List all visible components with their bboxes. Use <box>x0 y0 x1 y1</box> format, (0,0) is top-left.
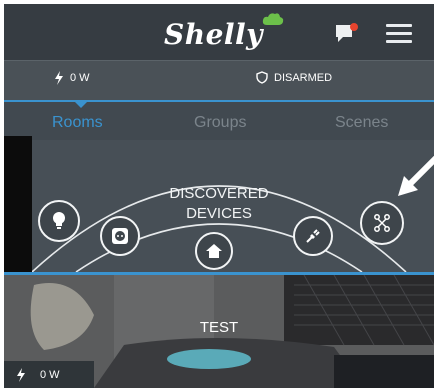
tab-bar: Rooms Groups Scenes <box>4 100 434 142</box>
tab-groups[interactable]: Groups <box>194 114 246 132</box>
lightbulb-icon <box>53 212 65 229</box>
lightbulb-device-button[interactable] <box>38 200 80 242</box>
tab-scenes[interactable]: Scenes <box>335 114 388 132</box>
cloud-icon <box>262 13 284 25</box>
discovered-devices-panel: DISCOVERED DEVICES <box>4 140 434 272</box>
lightning-icon <box>17 367 25 382</box>
notifications-button[interactable] <box>334 22 360 46</box>
active-tab-pointer <box>73 100 89 108</box>
socket-icon <box>112 228 128 244</box>
tab-rooms[interactable]: Rooms <box>52 114 103 132</box>
power-value: 0 W <box>70 72 90 84</box>
room-power-value: 0 W <box>40 368 60 381</box>
shield-icon <box>256 71 268 84</box>
network-icon <box>374 214 390 232</box>
menu-line <box>386 24 412 27</box>
room-card-test[interactable]: TEST 0 W <box>4 275 434 388</box>
lightning-icon <box>55 71 63 85</box>
plug-icon <box>306 229 320 243</box>
discovered-title-line1: DISCOVERED <box>169 185 269 202</box>
power-status[interactable]: 0 W <box>54 71 90 85</box>
home-icon <box>206 244 222 258</box>
status-bar: 0 W DISARMED <box>4 60 434 101</box>
app-frame: Shelly 0 W DISARMED Rooms Groups Scenes … <box>4 4 434 388</box>
menu-line <box>386 40 412 43</box>
plug-device-button[interactable] <box>293 216 333 256</box>
socket-device-button[interactable] <box>100 216 140 256</box>
discovered-title-line2: DEVICES <box>186 205 252 222</box>
alarm-status[interactable]: DISARMED <box>256 71 332 84</box>
home-device-button[interactable] <box>195 232 233 270</box>
menu-line <box>386 32 412 35</box>
room-power-badge: 0 W <box>4 361 94 388</box>
app-header: Shelly <box>4 4 434 60</box>
alarm-value: DISARMED <box>274 71 333 84</box>
logo-text: Shelly <box>164 18 263 51</box>
annotation-arrow <box>398 156 438 196</box>
chat-icon <box>336 23 358 42</box>
hamburger-menu-button[interactable] <box>384 20 414 46</box>
shelly-logo: Shelly <box>164 10 289 54</box>
network-device-button[interactable] <box>360 201 404 245</box>
room-name: TEST <box>199 319 239 336</box>
discovered-devices-title[interactable]: DISCOVERED DEVICES <box>149 184 289 224</box>
